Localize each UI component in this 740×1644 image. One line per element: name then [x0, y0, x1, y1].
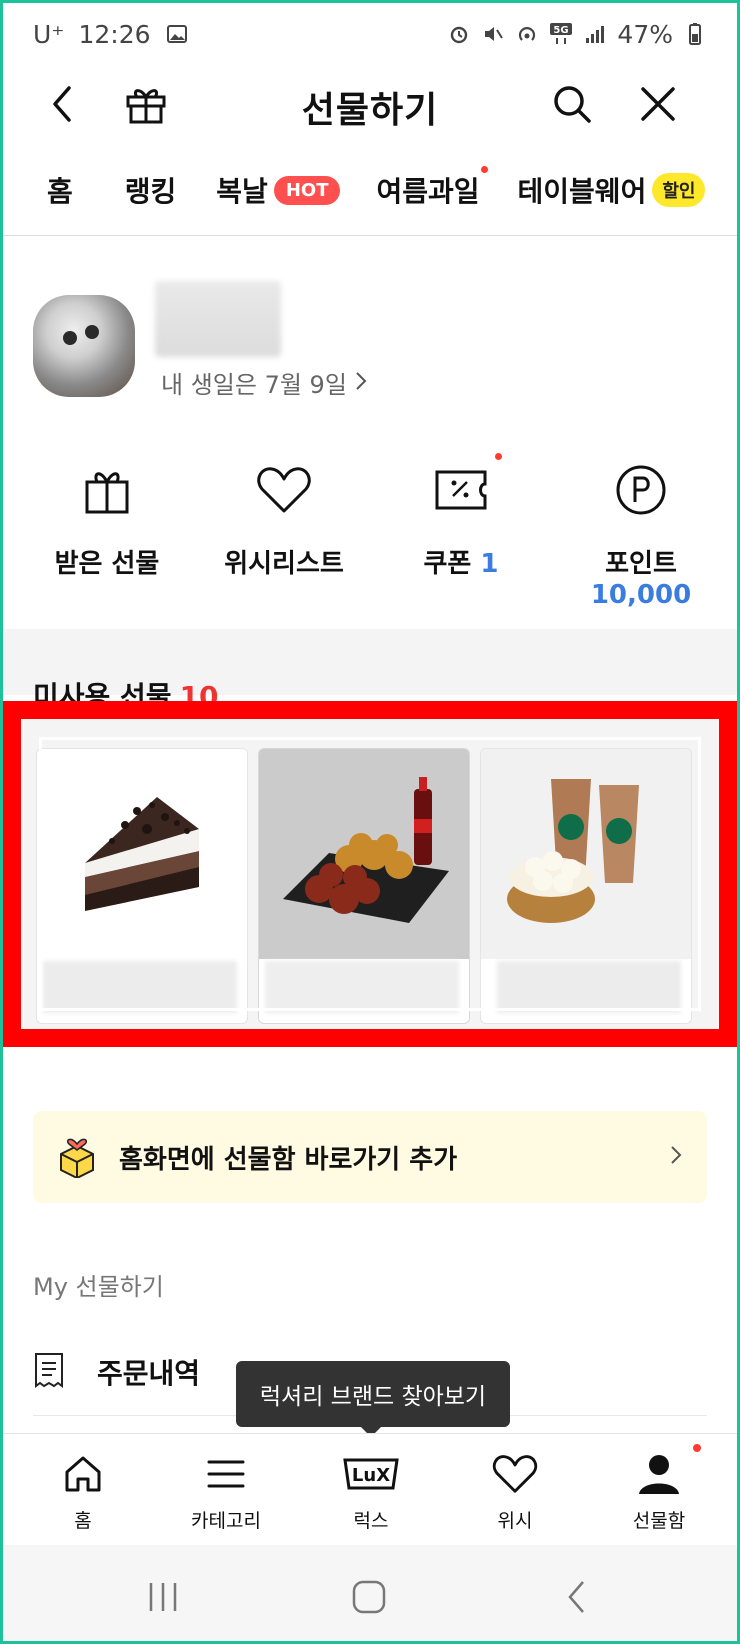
- nav-label: 럭스: [353, 1510, 389, 1532]
- person-icon: [599, 1444, 719, 1500]
- nav-label: 위시: [497, 1510, 533, 1532]
- app-screen: U⁺ 12:26 5G 47% 선물하기 홈 랭킹 복날 HOT 여름과일 테이…: [3, 3, 737, 1641]
- home-button-icon[interactable]: [339, 1577, 399, 1617]
- system-navigation-bar: [3, 1545, 737, 1641]
- received-gifts-button[interactable]: 받은 선물: [17, 459, 197, 580]
- point-icon: [551, 459, 731, 521]
- sale-badge: 할인: [652, 173, 706, 207]
- recent-apps-icon[interactable]: [133, 1577, 193, 1617]
- mute-icon: [481, 22, 505, 46]
- tab-tableware[interactable]: 테이블웨어 할인: [518, 170, 706, 210]
- tab-ranking[interactable]: 랭킹: [125, 170, 177, 210]
- tab-label: 랭킹: [124, 175, 177, 208]
- gallery-notification-icon: [165, 22, 189, 46]
- avatar[interactable]: [33, 295, 135, 397]
- chevron-right-icon: [355, 369, 367, 397]
- page-title: 선물하기: [301, 90, 439, 131]
- birthday-link[interactable]: 내 생일은 7월 9일: [161, 365, 367, 400]
- profile-name-blurred: [155, 281, 281, 357]
- coupon-button[interactable]: 쿠폰 1: [371, 453, 551, 580]
- home-icon: [23, 1448, 143, 1500]
- nav-label: 카테고리: [191, 1510, 261, 1532]
- clock: 12:26: [78, 19, 151, 49]
- lux-icon-text: LuX: [352, 1465, 390, 1486]
- tab-label: 복날: [216, 175, 268, 208]
- close-icon[interactable]: [633, 79, 683, 129]
- coupon-icon: [371, 453, 551, 521]
- tab-label: 테이블웨어: [517, 175, 647, 208]
- receipt-icon: [33, 1352, 65, 1392]
- unused-count: 10: [179, 680, 219, 701]
- highlight-box: [3, 701, 737, 1047]
- nav-home[interactable]: 홈: [23, 1448, 143, 1533]
- battery-percent: 47%: [617, 19, 673, 49]
- avatar-detail: [85, 325, 99, 339]
- quick-menu: 받은 선물 위시리스트 쿠폰 1 포인트 10,000: [3, 453, 737, 610]
- alarm-icon: [447, 22, 471, 46]
- signal-icon: [583, 22, 607, 46]
- tab-boknal[interactable]: 복날 HOT: [216, 170, 341, 210]
- quick-label: 위시리스트: [224, 549, 344, 579]
- my-section-title: My 선물하기: [33, 1273, 164, 1301]
- 5g-icon: 5G: [549, 22, 573, 46]
- banner-text: 홈화면에 선물함 바로가기 추가: [119, 1144, 458, 1175]
- bottom-navigation: 홈 카테고리 LuX 럭스 위시 선물함: [3, 1433, 737, 1543]
- quick-label: 포인트: [605, 549, 677, 579]
- lux-icon: LuX: [311, 1448, 431, 1500]
- coupon-count: 1: [480, 549, 499, 579]
- tab-summer-fruit[interactable]: 여름과일: [376, 166, 488, 210]
- chevron-right-icon: [669, 1144, 683, 1170]
- points-button[interactable]: 포인트 10,000: [551, 459, 731, 610]
- quick-label: 받은 선물: [54, 549, 160, 579]
- gift-box-heart-icon: [57, 1132, 97, 1182]
- nav-giftbox[interactable]: 선물함: [599, 1444, 719, 1533]
- top-app-bar: 선물하기: [3, 65, 737, 145]
- hot-badge: HOT: [273, 175, 341, 205]
- lux-tooltip: 럭셔리 브랜드 찾아보기: [236, 1361, 510, 1427]
- system-back-icon[interactable]: [547, 1577, 607, 1617]
- carrier-label: U⁺: [33, 19, 65, 49]
- hotspot-icon: [515, 22, 539, 46]
- status-bar: U⁺ 12:26 5G 47%: [3, 3, 737, 65]
- category-tabs: 홈 랭킹 복날 HOT 여름과일 테이블웨어 할인: [3, 153, 737, 227]
- quick-label: 쿠폰: [423, 549, 472, 579]
- battery-icon: [683, 22, 707, 46]
- add-shortcut-banner[interactable]: 홈화면에 선물함 바로가기 추가: [33, 1111, 707, 1203]
- svg-text:5G: 5G: [554, 25, 569, 36]
- gift-box-icon: [17, 459, 197, 521]
- nav-label: 선물함: [632, 1510, 686, 1532]
- birthday-text: 내 생일은 7월 9일: [161, 371, 347, 399]
- nav-wish[interactable]: 위시: [455, 1448, 575, 1533]
- new-dot: [495, 453, 502, 460]
- wishlist-button[interactable]: 위시리스트: [194, 459, 374, 580]
- new-dot: [480, 166, 488, 173]
- heart-icon: [194, 459, 374, 521]
- divider: [3, 235, 737, 236]
- tab-label: 홈: [47, 175, 73, 208]
- search-icon[interactable]: [547, 79, 597, 129]
- unused-title-text: 미사용 선물: [33, 680, 172, 701]
- heart-icon: [455, 1448, 575, 1500]
- nav-lux[interactable]: LuX 럭스: [311, 1448, 431, 1533]
- order-history-label: 주문내역: [97, 1357, 201, 1390]
- nav-label: 홈: [74, 1510, 92, 1532]
- menu-icon: [166, 1448, 286, 1500]
- points-value: 10,000: [590, 580, 692, 610]
- highlight-inner-border: [39, 737, 701, 1011]
- nav-category[interactable]: 카테고리: [166, 1448, 286, 1533]
- new-dot: [693, 1444, 701, 1452]
- tab-label: 여름과일: [376, 175, 480, 208]
- unused-gifts-title: 미사용 선물 10: [33, 675, 219, 701]
- tab-home[interactable]: 홈: [47, 170, 73, 210]
- avatar-detail: [63, 331, 77, 345]
